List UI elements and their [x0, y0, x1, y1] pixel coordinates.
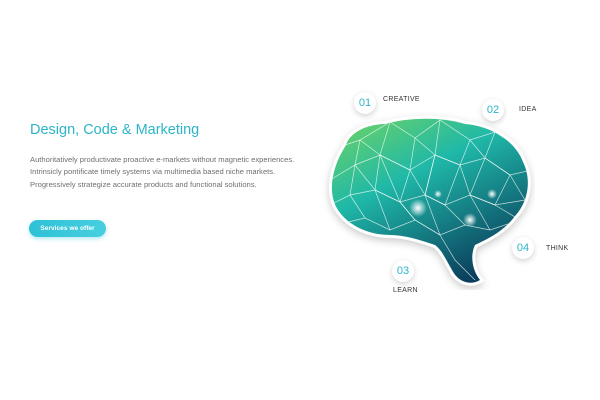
services-button[interactable]: Services we offer: [29, 220, 106, 237]
step-03-badge: 03: [392, 260, 414, 282]
step-03-label: LEARN: [393, 287, 418, 294]
step-04-badge: 04: [512, 237, 534, 259]
step-04-label: THINK: [546, 245, 569, 252]
step-01-label: CREATIVE: [383, 96, 420, 103]
brain-illustration: [328, 115, 531, 286]
step-02-badge: 02: [482, 99, 504, 121]
hero-title: Design, Code & Marketing: [30, 122, 200, 138]
step-01-badge: 01: [354, 92, 376, 114]
hero-description: Authoritatively productivate proactive e…: [30, 155, 295, 189]
step-02-label: IDEA: [519, 106, 537, 113]
